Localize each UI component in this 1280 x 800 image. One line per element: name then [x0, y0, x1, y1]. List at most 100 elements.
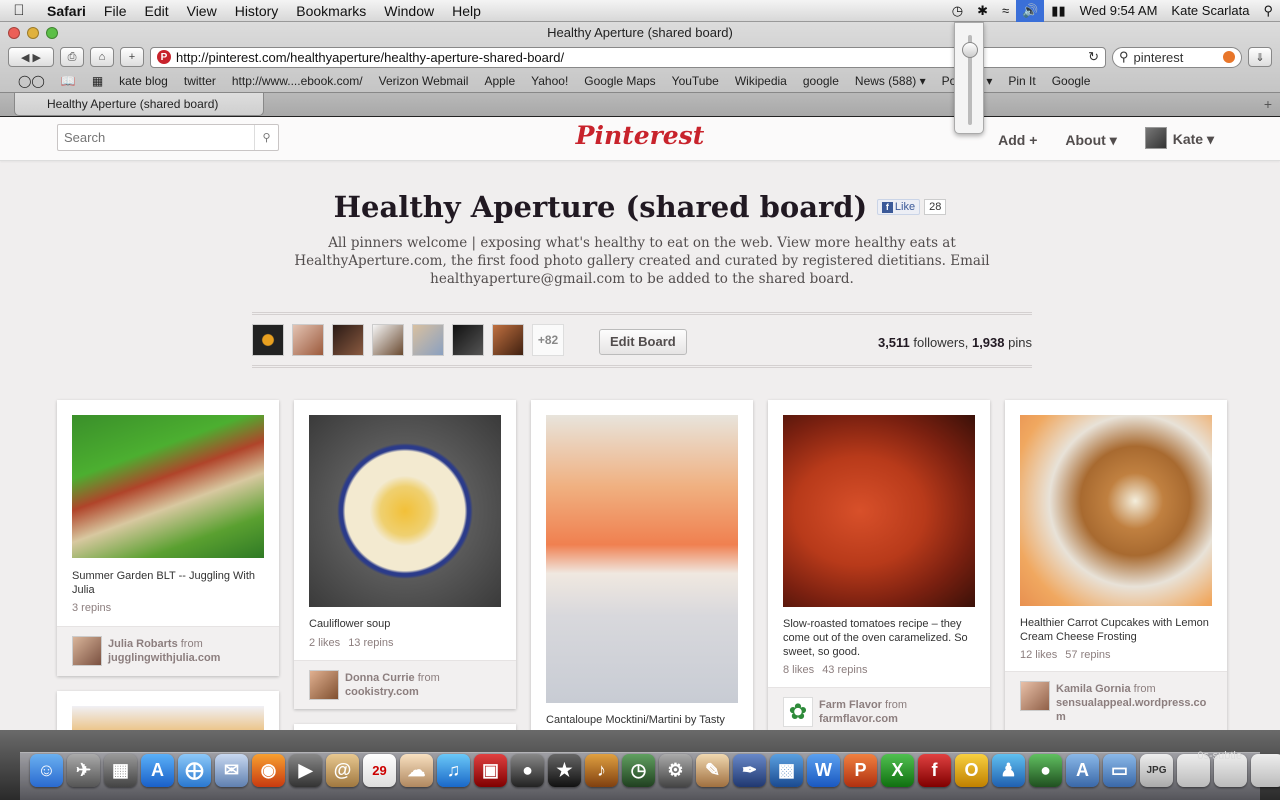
bookmark-item[interactable]: http://www....ebook.com/	[224, 74, 371, 88]
bookmark-item[interactable]: Yahoo!	[523, 74, 576, 88]
pin-source[interactable]: sensualappeal.wordpress.com	[1056, 697, 1206, 723]
menu-bookmarks[interactable]: Bookmarks	[287, 3, 375, 19]
menubar-user[interactable]: Kate Scarlata	[1164, 0, 1256, 22]
contacts-icon[interactable]: @	[326, 754, 359, 787]
firefox-icon[interactable]: ◉	[252, 754, 285, 787]
bookmark-item[interactable]: kate blog	[111, 74, 176, 88]
pins-count[interactable]: 1,938	[972, 335, 1005, 350]
nav-about[interactable]: About ▾	[1065, 132, 1116, 149]
downloads-icon[interactable]: ⇓	[1248, 47, 1272, 67]
pin-card[interactable]: Cantaloupe Mocktini/Martini by Tasty	[531, 400, 753, 730]
photos-icon[interactable]: ☁	[400, 754, 433, 787]
pin-user[interactable]: Julia Robarts	[108, 638, 178, 650]
menu-history[interactable]: History	[226, 3, 288, 19]
screenshot-file-icon[interactable]	[1251, 754, 1280, 787]
bookmark-item[interactable]: Apple	[476, 74, 523, 88]
finder-icon[interactable]: ☺	[30, 754, 63, 787]
bookmark-item[interactable]: Verizon Webmail	[371, 74, 477, 88]
globe-icon[interactable]: ●	[1029, 754, 1062, 787]
apple-icon[interactable]: 	[0, 2, 38, 19]
avatar[interactable]	[72, 636, 102, 666]
bookmark-item[interactable]: Google Maps	[576, 74, 663, 88]
menu-window[interactable]: Window	[375, 3, 443, 19]
leaf-icon[interactable]: ✿	[783, 697, 813, 727]
time-machine-icon[interactable]: ◷	[622, 754, 655, 787]
safari-icon[interactable]: ⨁	[178, 754, 211, 787]
top-sites-icon[interactable]: ▦	[84, 74, 111, 88]
pin-card[interactable]: Summer Garden BLT -- Juggling With Julia…	[57, 400, 279, 676]
photo-booth-icon[interactable]: ▣	[474, 754, 507, 787]
pinner-avatar[interactable]	[372, 324, 404, 356]
textedit-icon[interactable]: ✒	[733, 754, 766, 787]
pin-user[interactable]: Farm Flavor	[819, 699, 882, 711]
powerpoint-icon[interactable]: P	[844, 754, 877, 787]
reload-icon[interactable]: ↻	[1088, 49, 1099, 65]
avatar[interactable]	[1020, 681, 1050, 711]
messenger-icon[interactable]: ♟	[992, 754, 1025, 787]
new-tab-icon[interactable]: +	[1264, 96, 1272, 112]
site-search-input[interactable]	[58, 125, 254, 150]
applications-folder-icon[interactable]: A	[1066, 754, 1099, 787]
pinner-avatar[interactable]	[492, 324, 524, 356]
facebook-like[interactable]: f Like 28	[876, 199, 947, 215]
pinner-avatar[interactable]	[252, 324, 284, 356]
pin-image[interactable]	[1020, 415, 1212, 606]
documents-folder-icon[interactable]: ▭	[1103, 754, 1136, 787]
search-icon[interactable]: ⚲	[254, 125, 278, 150]
browser-search-value[interactable]: pinterest	[1134, 50, 1184, 65]
word-icon[interactable]: W	[807, 754, 840, 787]
bookmark-item[interactable]: Wikipedia	[727, 74, 795, 88]
pin-image[interactable]	[309, 415, 501, 607]
close-window-button[interactable]	[8, 27, 20, 39]
bookmark-item[interactable]: Google	[1044, 74, 1099, 88]
pinner-avatar[interactable]	[452, 324, 484, 356]
iphoto-icon[interactable]: ●	[511, 754, 544, 787]
site-logo[interactable]: Pinterest	[560, 121, 720, 150]
pin-image[interactable]	[783, 415, 975, 607]
bluetooth-icon[interactable]: ✱	[970, 0, 995, 22]
reading-list-icon[interactable]: ◯◯	[10, 74, 53, 88]
menu-app[interactable]: Safari	[38, 3, 95, 19]
pin-image[interactable]	[546, 415, 738, 703]
pin-source[interactable]: cookistry.com	[345, 686, 419, 698]
clear-search-icon[interactable]	[1223, 51, 1235, 63]
edit-board-button[interactable]: Edit Board	[599, 329, 687, 355]
garageband-icon[interactable]: ♪	[585, 754, 618, 787]
pin-card[interactable]: Slow-roasted tomatoes recipe – they come…	[768, 400, 990, 730]
menu-view[interactable]: View	[178, 3, 226, 19]
jpeg-file-icon[interactable]: JPG	[1140, 754, 1173, 787]
bookmarks-book-icon[interactable]: 📖	[53, 74, 84, 88]
wifi-icon[interactable]: ≈	[995, 0, 1016, 22]
menu-help[interactable]: Help	[443, 3, 490, 19]
minimize-window-button[interactable]	[27, 27, 39, 39]
pin-user[interactable]: Kamila Gornia	[1056, 683, 1131, 695]
pin-card[interactable]	[57, 691, 279, 730]
spotlight-icon[interactable]: ⚲	[1256, 0, 1280, 22]
time-machine-icon[interactable]: ◷	[945, 0, 970, 22]
battery-icon[interactable]: ▮▮	[1044, 0, 1072, 22]
keynote-icon[interactable]: ▩	[770, 754, 803, 787]
add-bookmark-button[interactable]: +	[120, 47, 144, 67]
home-icon[interactable]: ⌂	[90, 47, 114, 67]
facetime-icon[interactable]: ▶	[289, 754, 322, 787]
excel-icon[interactable]: X	[881, 754, 914, 787]
imovie-icon[interactable]: ★	[548, 754, 581, 787]
print-icon[interactable]: ⎙	[60, 47, 84, 67]
bookmark-item[interactable]: twitter	[176, 74, 224, 88]
pin-source[interactable]: jugglingwithjulia.com	[108, 652, 220, 664]
pinner-avatar[interactable]	[332, 324, 364, 356]
nav-add[interactable]: Add +	[998, 132, 1037, 148]
pin-image[interactable]	[72, 415, 264, 558]
menu-file[interactable]: File	[95, 3, 136, 19]
menubar-clock[interactable]: Wed 9:54 AM	[1073, 0, 1165, 22]
flash-icon[interactable]: f	[918, 754, 951, 787]
menu-edit[interactable]: Edit	[135, 3, 177, 19]
system-preferences-icon[interactable]: ⚙	[659, 754, 692, 787]
nav-user[interactable]: Kate ▾	[1144, 127, 1214, 150]
volume-icon[interactable]: 🔊	[1016, 0, 1045, 22]
bookmark-item[interactable]: Pin It	[1000, 74, 1043, 88]
address-url[interactable]: http://pinterest.com/healthyaperture/hea…	[176, 50, 1083, 65]
pin-card[interactable]: Healthier Carrot Cupcakes with Lemon Cre…	[1005, 400, 1227, 730]
browser-search-field[interactable]: ⚲ pinterest	[1112, 46, 1242, 68]
app-store-icon[interactable]: A	[141, 754, 174, 787]
